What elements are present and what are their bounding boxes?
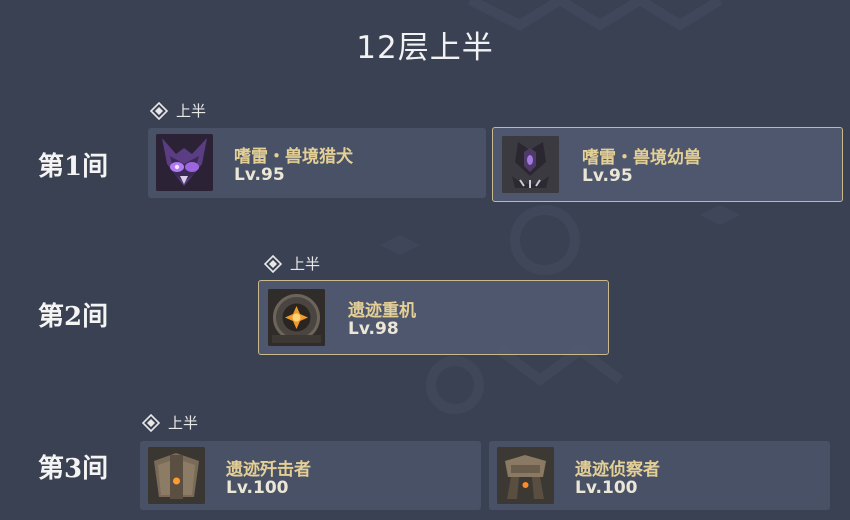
enemy-name: 遗迹侦察者 <box>575 460 660 480</box>
enemy-level: Lv.100 <box>575 478 638 498</box>
chamber-2-label: 第2间 <box>38 302 109 332</box>
half-label-text: 上半 <box>168 414 199 432</box>
rifthound-whelp-icon <box>502 136 559 193</box>
diamond-icon <box>264 254 282 273</box>
enemy-card-ruin-scout[interactable]: 遗迹侦察者 Lv.100 <box>489 441 830 510</box>
enemy-card-ruin-destroyer[interactable]: 遗迹歼击者 Lv.100 <box>140 441 481 510</box>
ruin-scout-icon <box>497 447 554 504</box>
diamond-icon <box>142 413 160 432</box>
half-label-text: 上半 <box>290 255 321 273</box>
enemy-level: Lv.98 <box>348 319 399 339</box>
enemy-card-rifthound-whelp[interactable]: 嗜雷・兽境幼兽 Lv.95 <box>492 127 843 202</box>
enemy-card-rifthound[interactable]: 嗜雷・兽境猎犬 Lv.95 <box>148 128 486 198</box>
rifthound-icon <box>156 134 213 191</box>
enemy-card-ruin-grader[interactable]: 遗迹重机 Lv.98 <box>258 280 609 355</box>
enemy-level: Lv.95 <box>582 166 633 186</box>
ruin-grader-icon <box>268 289 325 346</box>
chamber-3-label: 第3间 <box>38 454 109 484</box>
ruin-destroyer-icon <box>148 447 205 504</box>
enemy-name: 遗迹歼击者 <box>226 460 311 480</box>
enemy-level: Lv.95 <box>234 165 285 185</box>
half-label-text: 上半 <box>176 102 207 120</box>
page-title: 12层上半 <box>356 30 494 66</box>
enemy-name: 遗迹重机 <box>348 301 416 321</box>
enemy-level: Lv.100 <box>226 478 289 498</box>
chamber-3-half-label: 上半 <box>142 412 198 433</box>
diamond-icon <box>150 101 168 120</box>
chamber-1-half-label: 上半 <box>150 100 206 121</box>
enemy-name: 嗜雷・兽境猎犬 <box>234 147 353 167</box>
enemy-name: 嗜雷・兽境幼兽 <box>582 148 701 168</box>
chamber-1-label: 第1间 <box>38 152 109 182</box>
chamber-2-half-label: 上半 <box>264 253 320 274</box>
